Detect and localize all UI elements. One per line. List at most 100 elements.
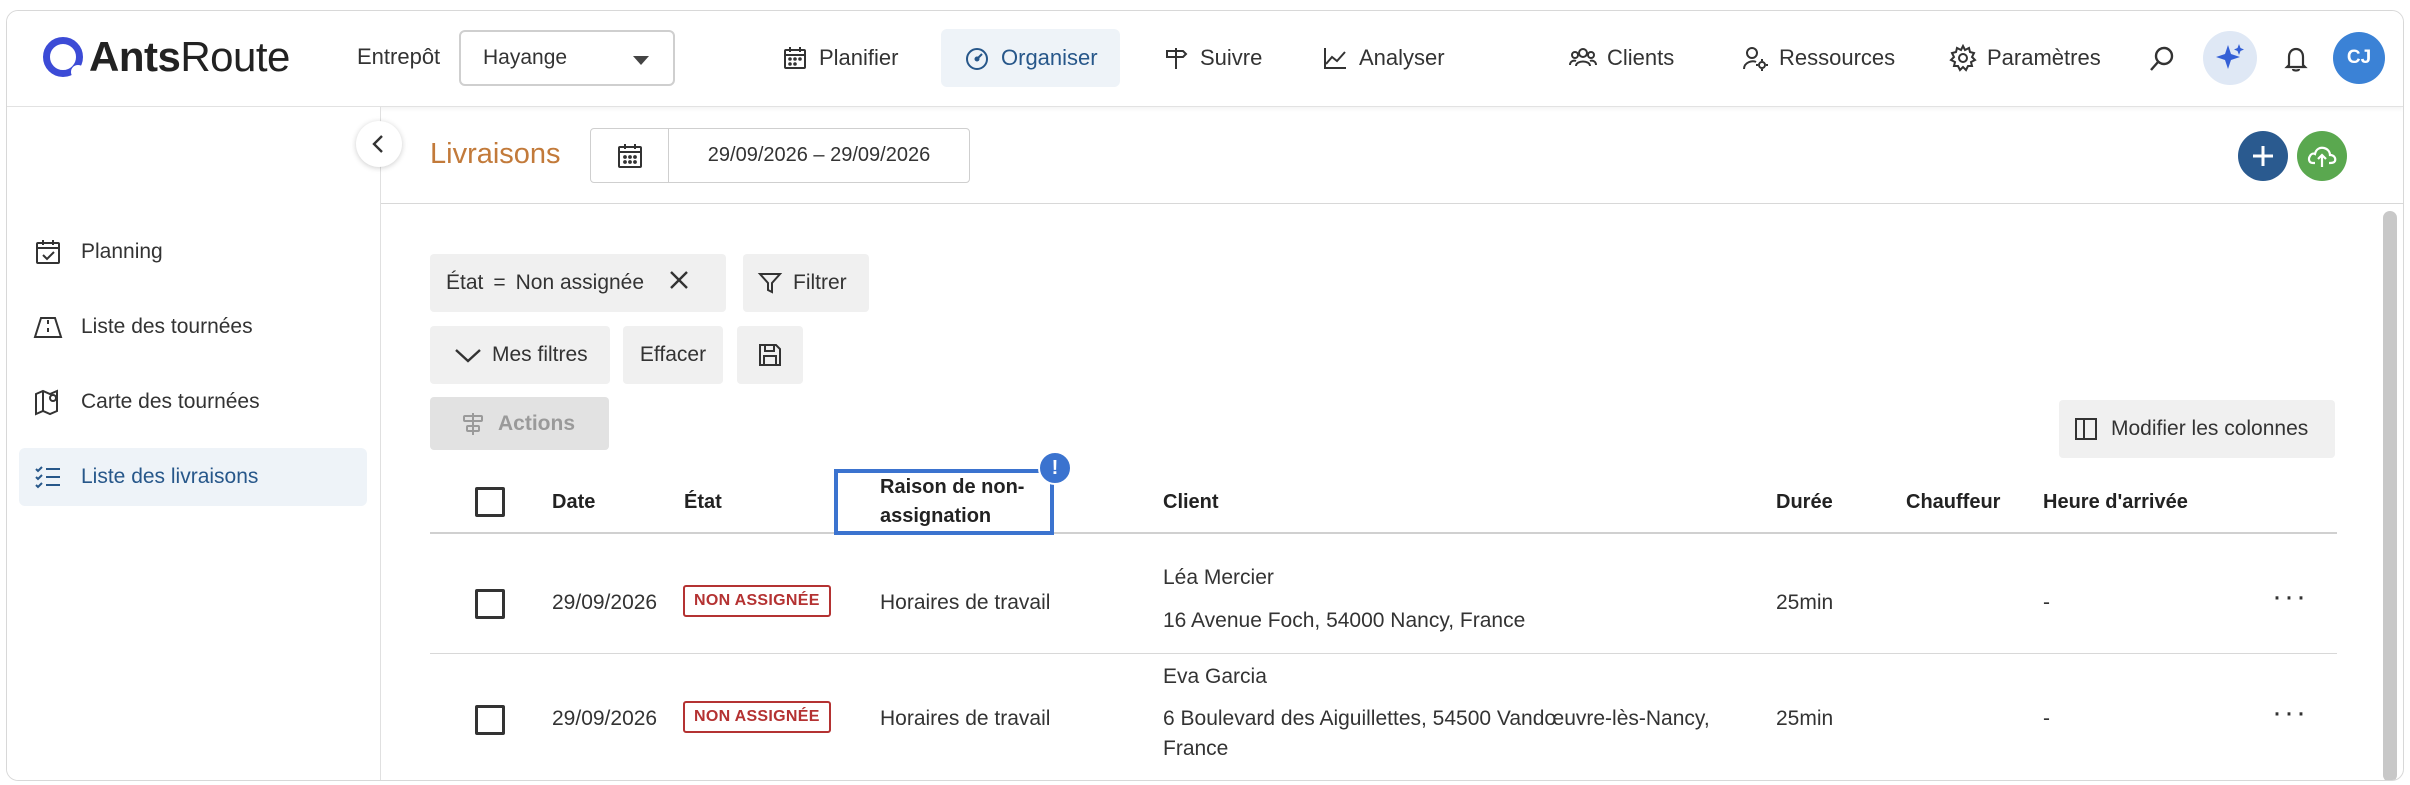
logo-text-bold: Ants (89, 33, 181, 80)
nav-parametres-label: Paramètres (1987, 45, 2101, 70)
row-more-button[interactable]: ··· (2272, 580, 2308, 614)
status-badge: NON ASSIGNÉE (683, 585, 831, 617)
user-avatar[interactable]: CJ (2333, 32, 2385, 84)
cloud-upload-icon (2307, 146, 2337, 167)
actions-button[interactable]: Actions (430, 397, 609, 450)
funnel-icon (757, 273, 783, 294)
logo-icon (43, 37, 85, 79)
add-delivery-button[interactable] (2238, 131, 2288, 181)
alert-icon[interactable]: ! (1038, 451, 1072, 485)
sidebar-item-liste-tournees[interactable]: Liste des tournées (19, 298, 367, 356)
row-arrival: - (2043, 591, 2050, 614)
table-row[interactable]: 29/09/2026 NON ASSIGNÉE Horaires de trav… (430, 655, 2337, 780)
filter-button-label: Filtrer (793, 271, 847, 294)
row-client-address-cont: France (1163, 737, 1229, 760)
warehouse-select[interactable]: Hayange (459, 30, 675, 86)
date-range-picker[interactable]: 29/09/2026 – 29/09/2026 (590, 128, 970, 183)
nav-parametres[interactable]: Paramètres (1927, 29, 2123, 87)
row-checkbox[interactable] (475, 705, 505, 735)
date-picker-button[interactable] (591, 129, 669, 182)
calendar-check-icon (36, 240, 60, 264)
chevron-down-icon (455, 349, 481, 363)
plus-icon (2253, 146, 2273, 166)
select-all-checkbox[interactable] (475, 487, 505, 517)
checklist-icon (35, 466, 60, 489)
row-checkbox[interactable] (475, 589, 505, 619)
filter-field-label: État (446, 271, 484, 294)
modify-columns-label: Modifier les colonnes (2111, 417, 2309, 440)
antsroute-logo[interactable]: AntsRoute (43, 33, 290, 81)
select-all-checkbox-cell (475, 470, 505, 534)
import-button[interactable] (2297, 131, 2347, 181)
nav-organiser[interactable]: Organiser (941, 29, 1120, 87)
sidebar-item-label: Planning (81, 240, 163, 263)
sidebar-item-liste-livraisons[interactable]: Liste des livraisons (19, 448, 367, 506)
table-row[interactable]: 29/09/2026 NON ASSIGNÉE Horaires de trav… (430, 554, 2337, 654)
save-icon (759, 344, 781, 366)
nav-ressources[interactable]: Ressources (1719, 29, 1917, 87)
ai-assistant-button[interactable] (2203, 31, 2257, 85)
active-filter-chip[interactable]: État = Non assignée (430, 254, 726, 312)
row-client-name: Eva Garcia (1163, 665, 1267, 688)
users-icon (1569, 48, 1597, 67)
sidebar-item-label: Liste des tournées (81, 315, 253, 338)
sidebar-item-carte-tournees[interactable]: Carte des tournées (19, 373, 367, 431)
nav-suivre-label: Suivre (1200, 45, 1263, 70)
row-client-address: 16 Avenue Foch, 54000 Nancy, France (1163, 609, 1526, 632)
filter-operator: = (493, 271, 506, 294)
top-navigation-bar: AntsRoute Entrepôt Hayange Planifier Org… (7, 11, 2403, 107)
clear-filters-button[interactable]: Effacer (623, 326, 723, 384)
search-button[interactable] (2144, 41, 2180, 77)
nav-organiser-label: Organiser (1001, 45, 1098, 70)
nav-ressources-label: Ressources (1779, 45, 1896, 70)
user-gear-icon (1743, 47, 1768, 71)
column-header-arrival[interactable]: Heure d'arrivée (2043, 470, 2188, 534)
status-badge: NON ASSIGNÉE (683, 701, 831, 733)
road-icon (33, 317, 63, 338)
close-icon (670, 271, 688, 289)
filter-value: Non assignée (515, 271, 645, 294)
column-header-driver[interactable]: Chauffeur (1906, 470, 2000, 534)
modify-columns-button[interactable]: Modifier les colonnes (2059, 400, 2335, 458)
actions-label: Actions (498, 411, 576, 435)
header-divider (381, 203, 2403, 204)
column-header-date[interactable]: Date (552, 470, 595, 534)
row-reason: Horaires de travail (880, 707, 1051, 730)
row-duration: 25min (1776, 591, 1834, 614)
nav-clients-label: Clients (1607, 45, 1675, 70)
reason-column-highlight (834, 469, 1054, 535)
gear-icon (1949, 44, 1977, 72)
date-range-value: 29/09/2026 – 29/09/2026 (707, 144, 931, 166)
row-more-button[interactable]: ··· (2272, 696, 2308, 730)
warehouse-label: Entrepôt (357, 44, 441, 69)
row-date: 29/09/2026 (552, 707, 658, 730)
vertical-scrollbar[interactable] (2383, 211, 2397, 780)
nav-clients[interactable]: Clients (1547, 29, 1696, 87)
column-header-client[interactable]: Client (1163, 470, 1219, 534)
notifications-button[interactable] (2278, 41, 2314, 77)
calendar-icon (784, 47, 806, 69)
columns-icon (2075, 418, 2097, 440)
filter-button[interactable]: Filtrer (743, 254, 869, 312)
row-date: 29/09/2026 (552, 591, 658, 614)
row-client-name: Léa Mercier (1163, 566, 1274, 589)
column-header-duration[interactable]: Durée (1776, 470, 1833, 534)
app-window: AntsRoute Entrepôt Hayange Planifier Org… (6, 10, 2404, 781)
collapse-sidebar-button[interactable] (356, 121, 402, 167)
save-filters-button[interactable] (737, 326, 803, 384)
chart-line-icon (1324, 48, 1346, 69)
row-arrival: - (2043, 707, 2050, 730)
my-filters-label: Mes filtres (492, 343, 588, 366)
my-filters-dropdown[interactable]: Mes filtres (430, 326, 610, 384)
align-center-icon (463, 412, 483, 435)
sidebar-item-planning[interactable]: Planning (19, 223, 367, 281)
map-pin-icon (35, 389, 58, 416)
nav-analyser-label: Analyser (1359, 45, 1445, 70)
nav-planifier[interactable]: Planifier (759, 29, 920, 87)
column-header-state[interactable]: État (684, 470, 722, 534)
row-client-address: 6 Boulevard des Aiguillettes, 54500 Vand… (1163, 707, 1710, 730)
nav-suivre[interactable]: Suivre (1140, 29, 1284, 87)
nav-analyser[interactable]: Analyser (1299, 29, 1467, 87)
chevron-down-icon (633, 56, 649, 65)
remove-filter-button[interactable] (668, 269, 690, 297)
